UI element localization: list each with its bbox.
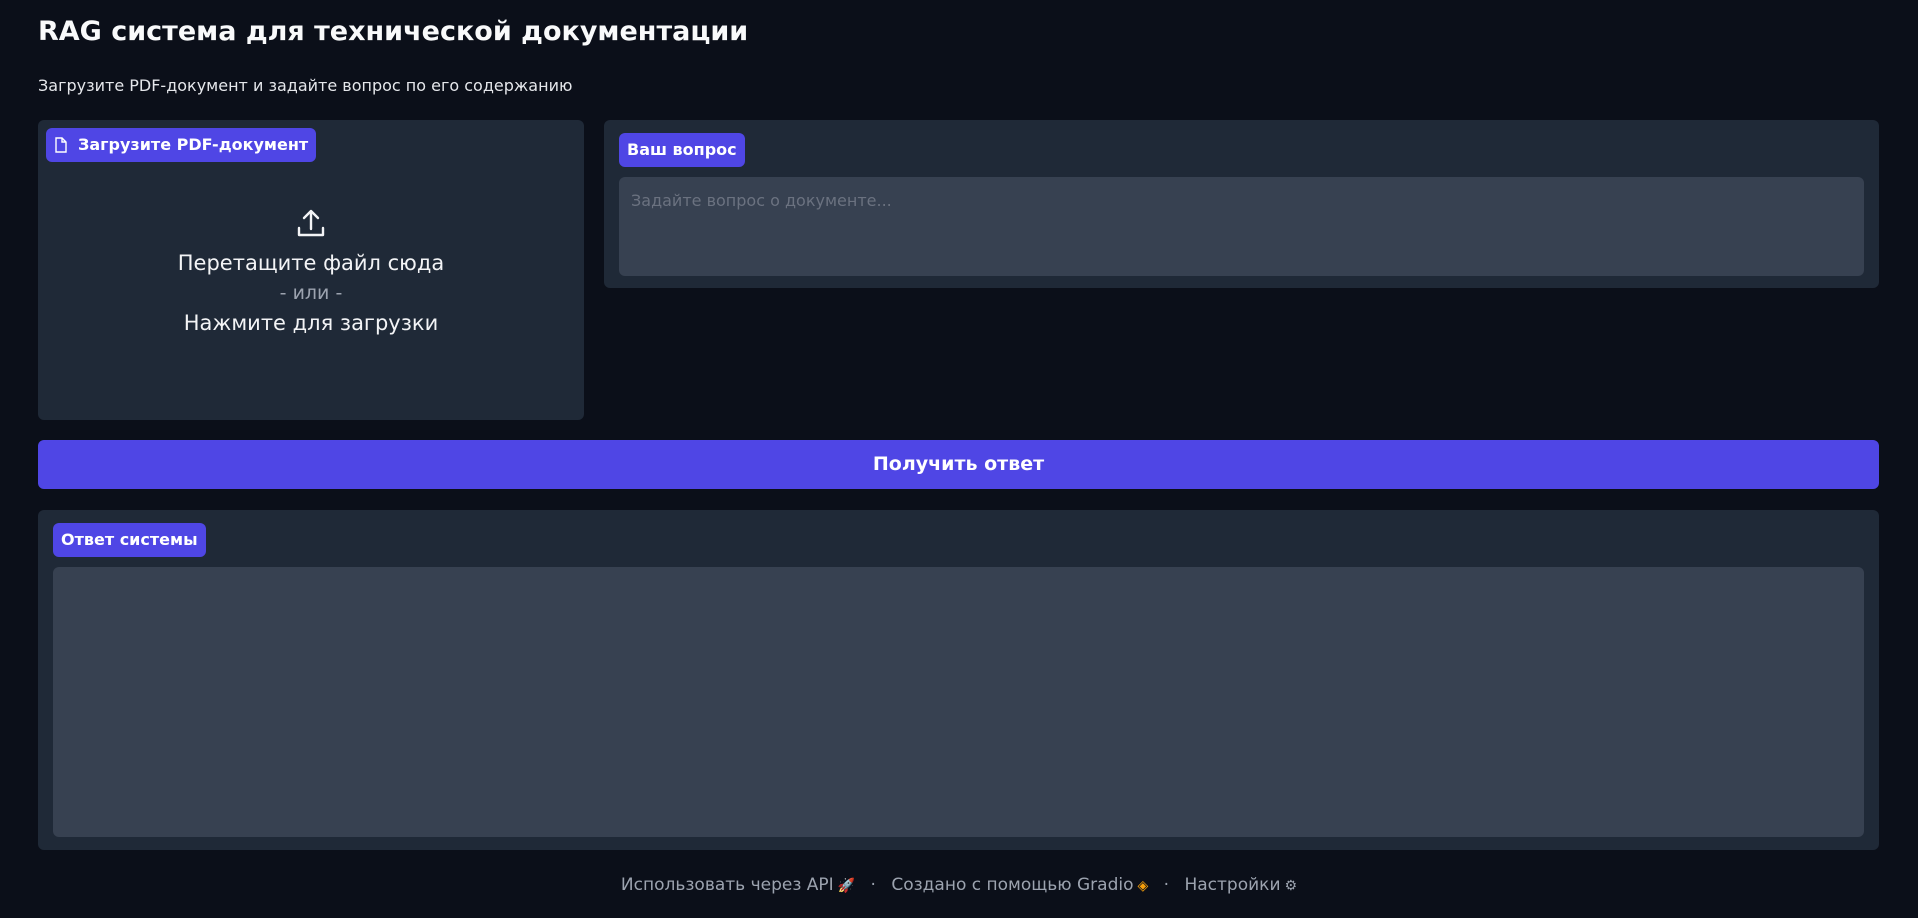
pdf-upload-dropzone[interactable]: Загрузите PDF-документ Перетащите файл с… (38, 120, 584, 420)
upload-label-badge: Загрузите PDF-документ (46, 128, 317, 162)
or-text: - или - (279, 282, 343, 304)
settings-label: Настройки (1184, 875, 1281, 895)
use-via-api-label: Использовать через API (620, 875, 834, 895)
drop-file-text: Перетащите файл сюда (177, 251, 445, 275)
answer-label: Ответ системы (61, 530, 198, 549)
answer-panel: Ответ системы (38, 510, 1879, 850)
get-answer-button[interactable]: Получить ответ (38, 440, 1879, 489)
upload-icon (297, 209, 325, 237)
footer-separator: · (1163, 875, 1170, 895)
footer-separator: · (870, 875, 876, 895)
question-panel: Ваш вопрос (604, 120, 1879, 288)
question-input[interactable] (619, 177, 1864, 276)
built-with-gradio-label: Создано с помощью Gradio (891, 875, 1134, 895)
file-icon (55, 137, 67, 153)
rocket-icon: 🚀 (837, 878, 856, 894)
page-title: RAG система для технической документации (38, 16, 749, 47)
gear-icon: ⚙ (1284, 878, 1298, 894)
settings-link[interactable]: Настройки ⚙ (1184, 875, 1297, 895)
app-page: RAG система для технической документации… (0, 0, 1918, 918)
question-label-badge: Ваш вопрос (619, 133, 745, 167)
upload-label: Загрузите PDF-документ (78, 135, 309, 154)
gradio-logo-icon: ◈ (1137, 878, 1149, 894)
footer: Использовать через API 🚀 · Создано с помо… (0, 875, 1918, 895)
question-label: Ваш вопрос (627, 140, 737, 159)
built-with-gradio-link[interactable]: Создано с помощью Gradio ◈ (891, 875, 1153, 895)
click-to-upload-text: Нажмите для загрузки (183, 311, 439, 335)
answer-output[interactable] (53, 567, 1864, 837)
page-subtitle: Загрузите PDF-документ и задайте вопрос … (38, 76, 573, 95)
answer-label-badge: Ответ системы (53, 523, 206, 557)
drop-zone-content: Перетащите файл сюда - или - Нажмите для… (38, 208, 584, 338)
use-via-api-link[interactable]: Использовать через API 🚀 (621, 875, 861, 895)
